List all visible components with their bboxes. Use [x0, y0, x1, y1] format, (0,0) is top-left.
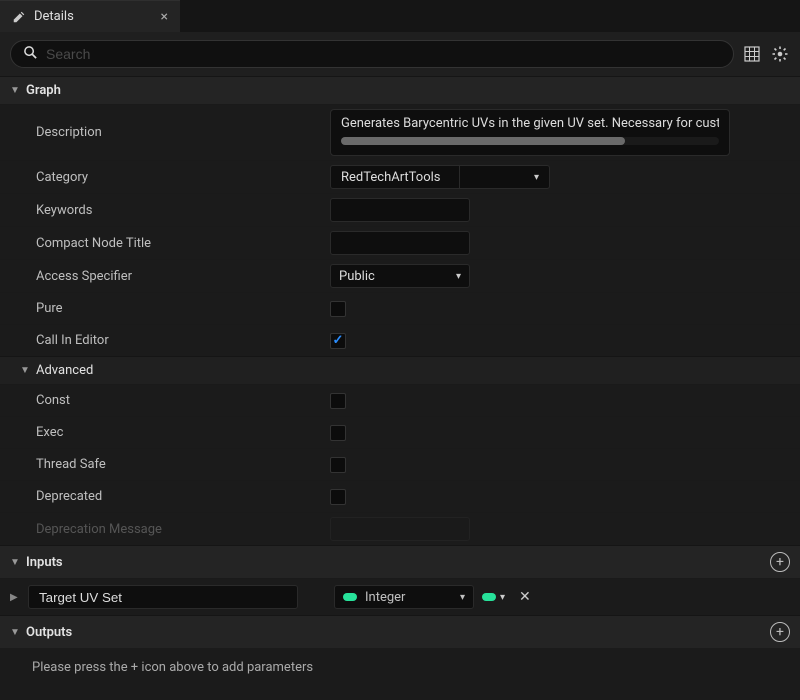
prop-pure: Pure — [0, 292, 800, 324]
description-field[interactable]: Generates Barycentric UVs in the given U… — [330, 109, 730, 156]
prop-call-in-editor: Call In Editor — [0, 324, 800, 356]
label-compact: Compact Node Title — [0, 236, 330, 251]
section-inputs[interactable]: ▼ Inputs + — [0, 545, 800, 578]
access-value: Public — [339, 269, 375, 284]
chevron-down-icon: ▼ — [10, 557, 20, 568]
label-depmsg: Deprecation Message — [0, 522, 330, 537]
outputs-hint: Please press the + icon above to add par… — [0, 648, 800, 687]
input-param-row: ▶ Integer ▾ ▾ ✕ — [0, 578, 800, 615]
compact-title-field[interactable] — [330, 231, 470, 255]
pencil-icon — [12, 10, 26, 24]
description-value: Generates Barycentric UVs in the given U… — [341, 116, 719, 131]
label-callineditor: Call In Editor — [0, 333, 330, 348]
prop-category: Category RedTechArtTools ▾ — [0, 160, 800, 193]
label-exec: Exec — [0, 425, 330, 440]
threadsafe-checkbox[interactable] — [330, 457, 346, 473]
label-threadsafe: Thread Safe — [0, 457, 330, 472]
category-combo[interactable]: RedTechArtTools ▾ — [330, 165, 550, 189]
input-type-combo[interactable]: Integer ▾ — [334, 585, 474, 609]
section-outputs[interactable]: ▼ Outputs + — [0, 615, 800, 648]
label-keywords: Keywords — [0, 203, 330, 218]
chevron-right-icon[interactable]: ▶ — [10, 592, 20, 603]
remove-param-button[interactable]: ✕ — [513, 589, 537, 605]
tab-title: Details — [34, 9, 153, 24]
prop-threadsafe: Thread Safe — [0, 448, 800, 480]
label-category: Category — [0, 170, 330, 185]
pure-checkbox[interactable] — [330, 301, 346, 317]
prop-description: Description Generates Barycentric UVs in… — [0, 104, 800, 160]
chevron-down-icon: ▾ — [500, 592, 505, 603]
prop-compact-title: Compact Node Title — [0, 226, 800, 259]
label-const: Const — [0, 393, 330, 408]
chevron-down-icon: ▼ — [10, 85, 20, 96]
type-pill-icon — [482, 593, 496, 601]
prop-keywords: Keywords — [0, 193, 800, 226]
chevron-down-icon: ▾ — [460, 592, 465, 603]
chevron-down-icon[interactable]: ▾ — [524, 168, 549, 187]
tab-details[interactable]: Details × — [0, 0, 180, 32]
chevron-down-icon: ▼ — [20, 365, 30, 376]
close-icon[interactable]: × — [161, 9, 168, 25]
container-type-combo[interactable]: ▾ — [482, 592, 505, 603]
search-input[interactable] — [46, 46, 721, 62]
description-scrollbar[interactable] — [341, 137, 719, 145]
input-type-label: Integer — [365, 590, 405, 605]
section-inputs-title: Inputs — [26, 555, 63, 570]
exec-checkbox[interactable] — [330, 425, 346, 441]
search-row — [0, 32, 800, 76]
const-checkbox[interactable] — [330, 393, 346, 409]
type-pill-icon — [343, 593, 357, 601]
section-outputs-title: Outputs — [26, 625, 72, 640]
label-description: Description — [0, 125, 330, 140]
label-deprecated: Deprecated — [0, 489, 330, 504]
section-graph-title: Graph — [26, 83, 61, 98]
section-advanced-title: Advanced — [36, 363, 93, 378]
section-graph[interactable]: ▼ Graph — [0, 76, 800, 104]
prop-access-specifier: Access Specifier Public ▾ — [0, 259, 800, 292]
section-advanced[interactable]: ▼ Advanced — [0, 356, 800, 384]
prop-depmsg: Deprecation Message — [0, 512, 800, 545]
label-access: Access Specifier — [0, 269, 330, 284]
input-param-name[interactable] — [28, 585, 298, 609]
keywords-field[interactable] — [330, 198, 470, 222]
add-input-button[interactable]: + — [770, 552, 790, 572]
gear-icon[interactable] — [770, 44, 790, 64]
search-icon — [23, 45, 38, 64]
prop-const: Const — [0, 384, 800, 416]
deprecated-checkbox[interactable] — [330, 489, 346, 505]
chevron-down-icon: ▼ — [10, 627, 20, 638]
depmsg-field — [330, 517, 470, 541]
prop-exec: Exec — [0, 416, 800, 448]
tab-bar: Details × — [0, 0, 800, 32]
access-combo[interactable]: Public ▾ — [330, 264, 470, 288]
label-pure: Pure — [0, 301, 330, 316]
grid-icon[interactable] — [742, 44, 762, 64]
search-box[interactable] — [10, 40, 734, 68]
chevron-down-icon: ▾ — [456, 271, 461, 282]
callineditor-checkbox[interactable] — [330, 333, 346, 349]
add-output-button[interactable]: + — [770, 622, 790, 642]
prop-deprecated: Deprecated — [0, 480, 800, 512]
category-value: RedTechArtTools — [331, 166, 451, 189]
